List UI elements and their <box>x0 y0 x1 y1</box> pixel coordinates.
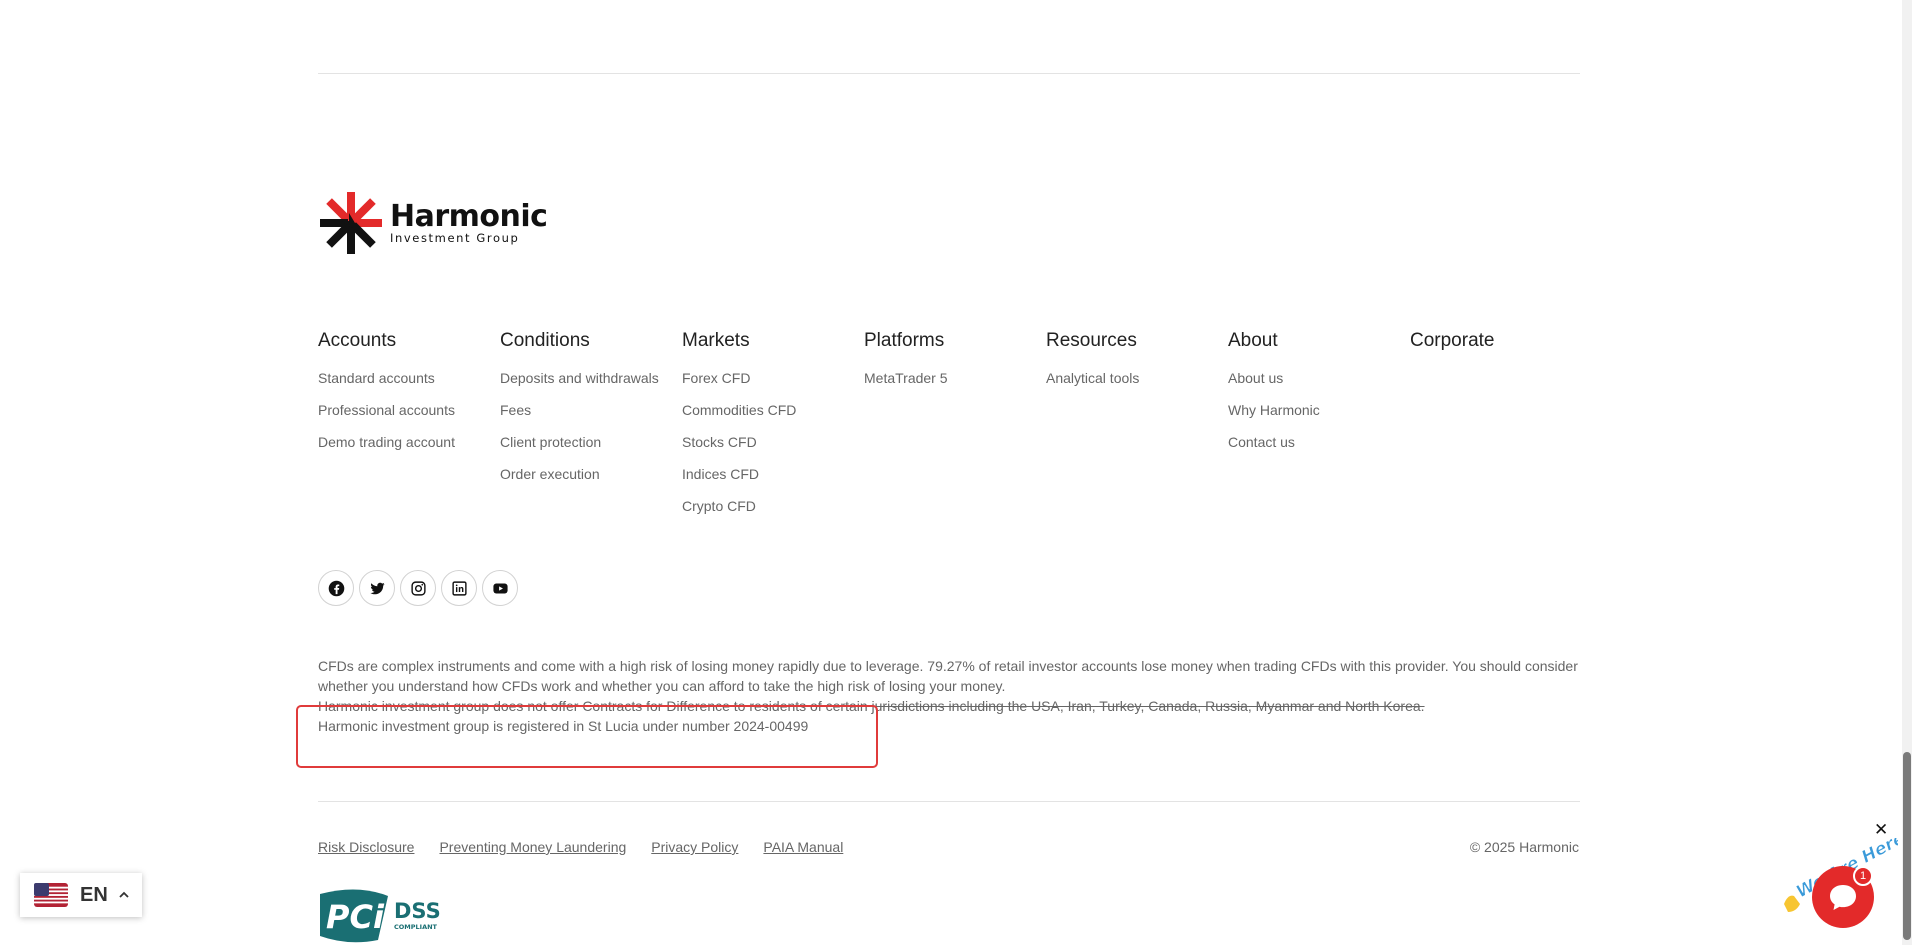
us-flag-icon <box>34 883 68 907</box>
annotation-highlight-box <box>296 705 878 768</box>
footer-link[interactable]: Commodities CFD <box>682 401 864 433</box>
footer-link[interactable]: Fees <box>500 401 682 433</box>
footer-column-about: About About us Why Harmonic Contact us <box>1228 330 1410 529</box>
footer-column-title[interactable]: Conditions <box>500 330 682 354</box>
chat-bubble-icon <box>1830 885 1856 910</box>
footer-link[interactable]: Contact us <box>1228 433 1410 465</box>
logo-subtitle: Investment Group <box>390 230 520 245</box>
footer-column-platforms: Platforms MetaTrader 5 <box>864 330 1046 529</box>
copyright: © 2025 Harmonic <box>1469 839 1579 855</box>
logo-mark-icon <box>320 192 382 254</box>
footer-link[interactable]: Analytical tools <box>1046 369 1228 401</box>
footer-column-accounts: Accounts Standard accounts Professional ac… <box>318 330 500 529</box>
footer-link[interactable]: Indices CFD <box>682 465 864 497</box>
waving-hand-icon <box>1784 895 1800 912</box>
harmonic-logo[interactable]: Harmonic Investment Group <box>318 190 548 256</box>
legal-links: Risk Disclosure Preventing Money Launderi… <box>318 839 843 855</box>
chevron-up-icon <box>119 891 129 898</box>
footer-column-corporate: Corporate <box>1410 330 1592 529</box>
footer-link[interactable]: Professional accounts <box>318 401 500 433</box>
pci-dss-text: DSS <box>394 899 441 923</box>
linkedin-link[interactable] <box>441 570 477 606</box>
social-links <box>318 570 518 606</box>
pci-dss-badge: PCi DSS COMPLIANT <box>320 889 441 943</box>
footer-link[interactable]: MetaTrader 5 <box>864 369 1046 401</box>
footer-link[interactable]: Deposits and withdrawals <box>500 369 682 401</box>
footer-column-conditions: Conditions Deposits and withdrawals Fees Cl… <box>500 330 682 529</box>
twitter-link[interactable] <box>359 570 395 606</box>
instagram-icon <box>410 580 426 596</box>
footer-column-resources: Resources Analytical tools <box>1046 330 1228 529</box>
bottom-divider <box>318 801 1580 802</box>
footer-column-markets: Markets Forex CFD Commodities CFD Stocks CF… <box>682 330 864 529</box>
pci-main-text: PCi <box>326 898 385 936</box>
legal-link[interactable]: Privacy Policy <box>651 839 738 855</box>
chat-close-icon[interactable]: ✕ <box>1874 820 1888 840</box>
legal-link[interactable]: PAIA Manual <box>763 839 843 855</box>
footer-column-title[interactable]: Resources <box>1046 330 1228 354</box>
facebook-link[interactable] <box>318 570 354 606</box>
disclaimer-cfd-risk: CFDs are complex instruments and come wi… <box>318 658 1578 694</box>
footer-link[interactable]: Demo trading account <box>318 433 500 465</box>
chat-notification-badge: 1 <box>1853 866 1873 886</box>
youtube-link[interactable] <box>482 570 518 606</box>
footer-nav: Accounts Standard accounts Professional ac… <box>318 330 1592 529</box>
footer-link[interactable]: Crypto CFD <box>682 497 864 529</box>
twitter-icon <box>369 582 385 594</box>
footer-link[interactable]: Standard accounts <box>318 369 500 401</box>
linkedin-icon <box>451 580 467 596</box>
footer-link[interactable]: Client protection <box>500 433 682 465</box>
language-switcher[interactable]: EN <box>20 873 142 917</box>
legal-link[interactable]: Risk Disclosure <box>318 839 414 855</box>
logo-name: Harmonic <box>390 198 548 234</box>
pci-compliant-text: COMPLIANT <box>394 923 438 931</box>
scrollbar-thumb[interactable] <box>1903 752 1911 940</box>
footer-column-title[interactable]: Markets <box>682 330 864 354</box>
facebook-icon <box>328 580 344 596</box>
language-code: EN <box>80 883 108 906</box>
footer-link[interactable]: Stocks CFD <box>682 433 864 465</box>
footer-column-title[interactable]: Corporate <box>1410 330 1592 354</box>
footer-link[interactable]: Order execution <box>500 465 682 497</box>
footer-column-title[interactable]: Accounts <box>318 330 500 354</box>
legal-link[interactable]: Preventing Money Laundering <box>439 839 626 855</box>
footer-link[interactable]: Forex CFD <box>682 369 864 401</box>
footer-column-title[interactable]: About <box>1228 330 1410 354</box>
top-divider <box>318 73 1580 74</box>
instagram-link[interactable] <box>400 570 436 606</box>
footer-link[interactable]: About us <box>1228 369 1410 401</box>
youtube-icon <box>492 583 508 593</box>
footer-column-title[interactable]: Platforms <box>864 330 1046 354</box>
footer-link[interactable]: Why Harmonic <box>1228 401 1410 433</box>
